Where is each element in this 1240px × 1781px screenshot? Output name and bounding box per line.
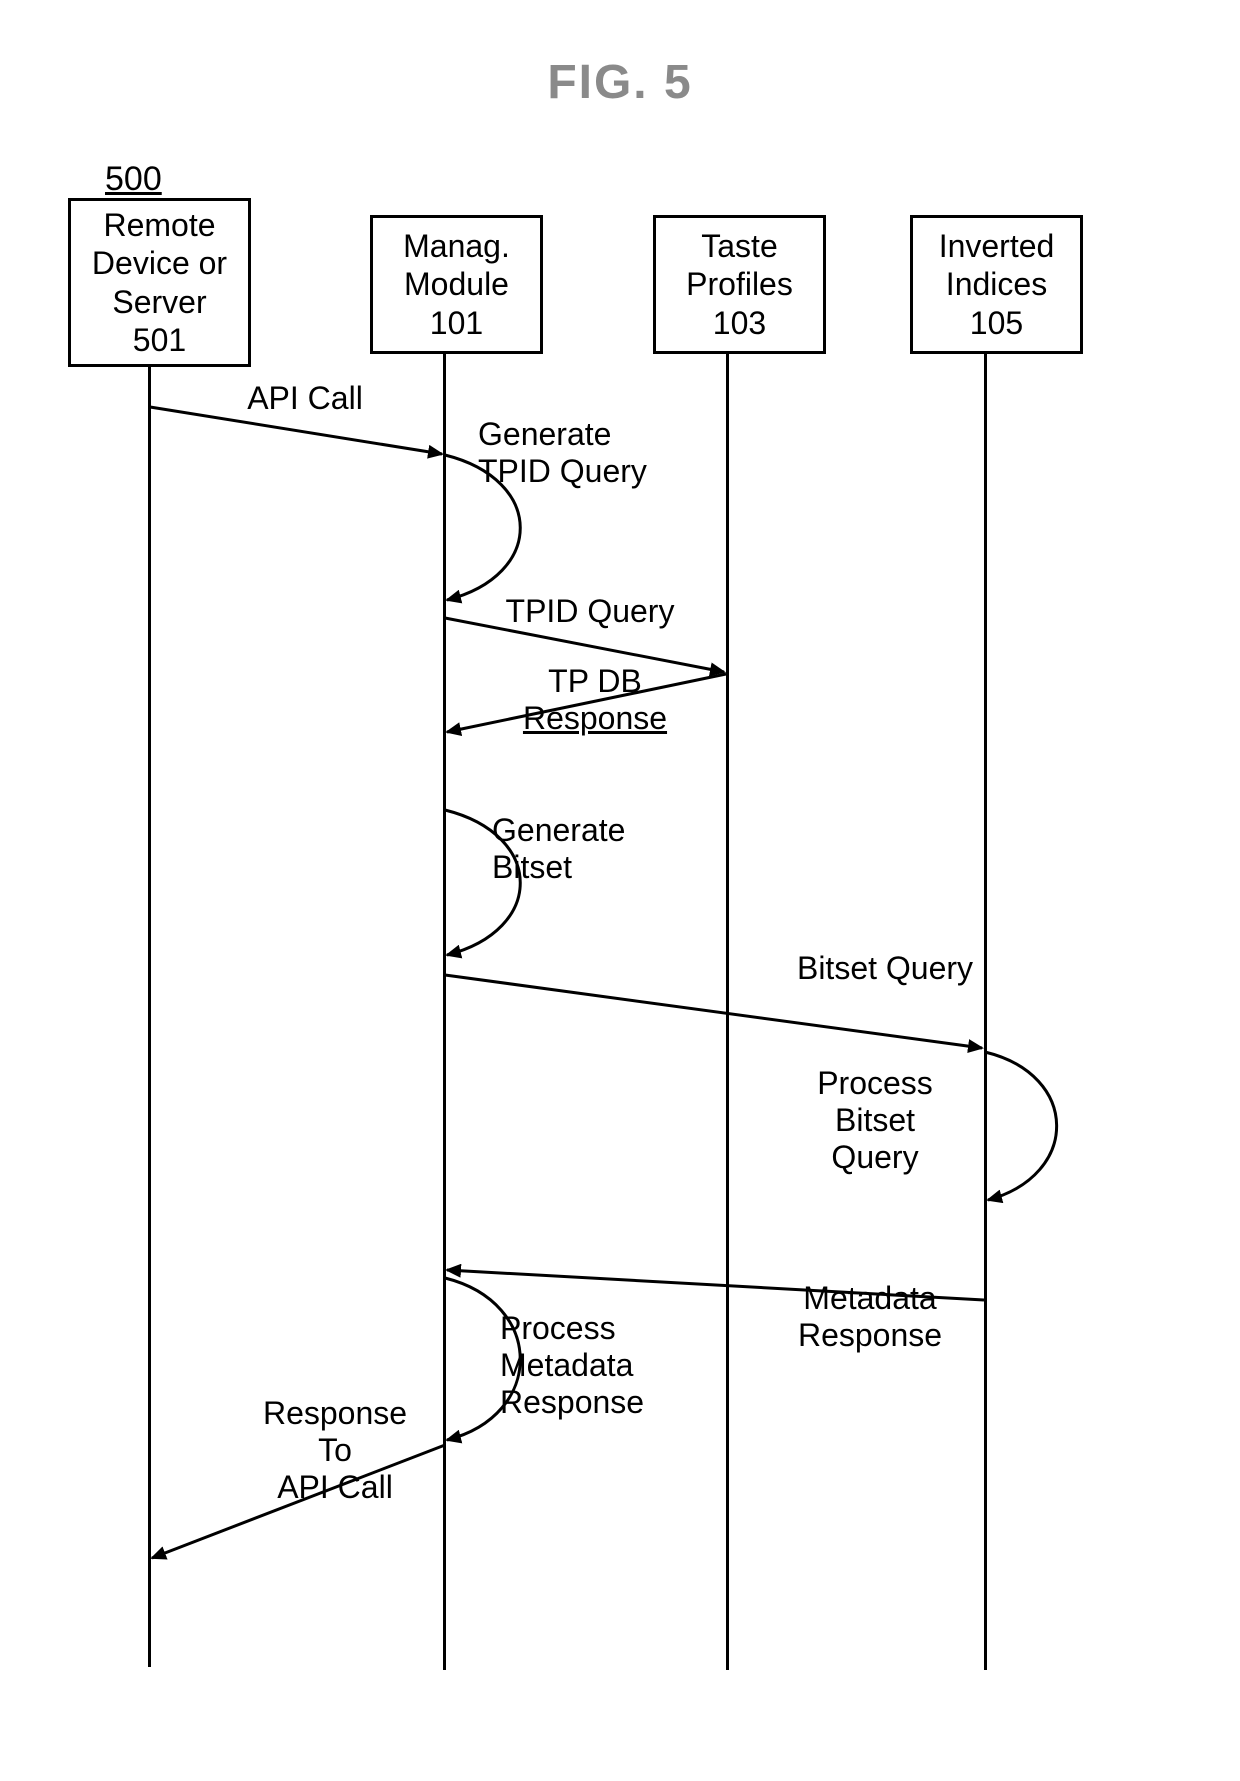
label-generate-tpid-query: Generate TPID Query xyxy=(478,416,698,490)
label-response-to-api-call: Response To API Call xyxy=(235,1395,435,1505)
proc-bitset-l2: Bitset xyxy=(835,1102,915,1138)
tpdb-l1: TP DB xyxy=(548,663,642,699)
label-process-bitset-query: Process Bitset Query xyxy=(785,1065,965,1175)
label-generate-bitset: Generate Bitset xyxy=(492,812,692,886)
resp-api-l3: API Call xyxy=(277,1469,393,1505)
label-tpdb-response: TP DB Response xyxy=(495,663,695,737)
label-tpid-query: TPID Query xyxy=(480,593,700,630)
proc-meta-l1: Process xyxy=(500,1310,616,1346)
label-metadata-response: Metadata Response xyxy=(770,1280,970,1354)
page: FIG. 5 500 Remote Device or Server 501 M… xyxy=(0,0,1240,1781)
label-process-metadata-response: Process Metadata Response xyxy=(500,1310,700,1420)
proc-bitset-l1: Process xyxy=(817,1065,933,1101)
resp-api-l1: Response xyxy=(263,1395,407,1431)
gen-bitset-l1: Generate xyxy=(492,812,625,848)
gen-bitset-l2: Bitset xyxy=(492,849,572,885)
label-bitset-query: Bitset Query xyxy=(770,950,1000,987)
proc-bitset-l3: Query xyxy=(831,1139,918,1175)
tpdb-l2: Response xyxy=(523,700,667,736)
meta-resp-l2: Response xyxy=(798,1317,942,1353)
proc-meta-l3: Response xyxy=(500,1384,644,1420)
meta-resp-l1: Metadata xyxy=(803,1280,936,1316)
label-api-call: API Call xyxy=(215,380,395,417)
proc-meta-l2: Metadata xyxy=(500,1347,633,1383)
gen-tpid-l2: TPID Query xyxy=(478,453,647,489)
arrows-layer xyxy=(0,0,1240,1781)
resp-api-l2: To xyxy=(318,1432,352,1468)
gen-tpid-l1: Generate xyxy=(478,416,611,452)
